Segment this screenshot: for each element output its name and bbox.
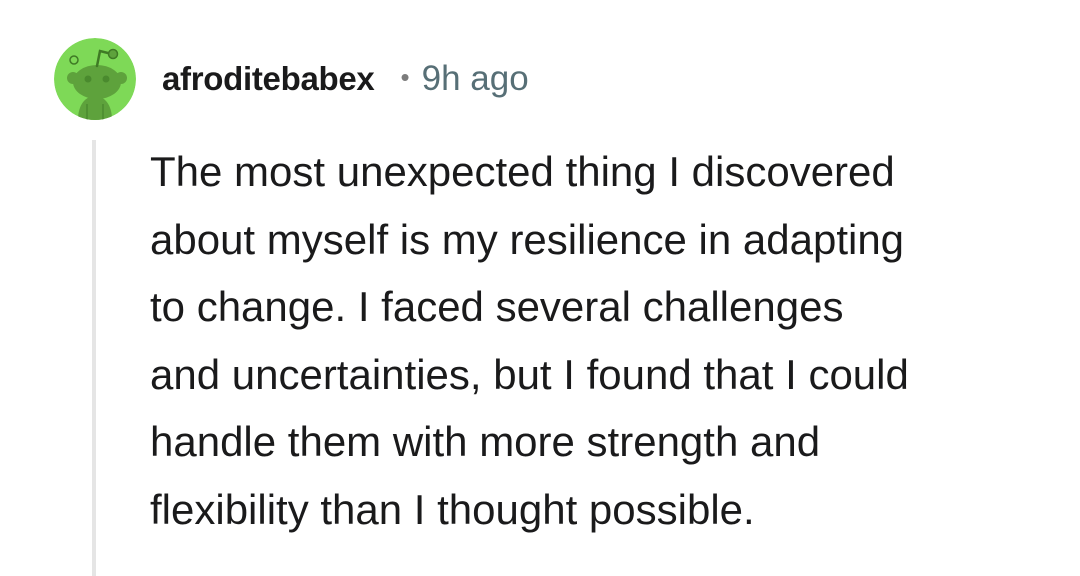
thread-collapse-line[interactable] — [92, 140, 96, 576]
comment-body-line: The most unexpected thing I discovered — [150, 148, 895, 195]
timestamp-link[interactable]: 9h ago — [422, 59, 529, 99]
comment-body-line: and uncertainties, but I found that I co… — [150, 350, 909, 398]
comment-body: The most unexpected thing I discovered a… — [150, 138, 1030, 543]
comment-body-line: flexibility than I thought possible. — [150, 485, 755, 533]
comment-body-line: about myself is my resilience in adaptin… — [150, 215, 905, 263]
comment-body-line: to change. I faced several challenges — [150, 283, 844, 330]
separator-dot: • — [400, 61, 410, 92]
username-link[interactable]: afroditebabex — [162, 60, 375, 98]
comment: afroditebabex • 9h ago The most unexpect… — [0, 0, 1080, 576]
comment-header: afroditebabex • 9h ago — [162, 54, 529, 104]
comment-body-line: handle them with more strength and — [150, 418, 821, 465]
snoo-avatar-icon — [54, 38, 136, 120]
user-avatar[interactable] — [54, 38, 136, 120]
